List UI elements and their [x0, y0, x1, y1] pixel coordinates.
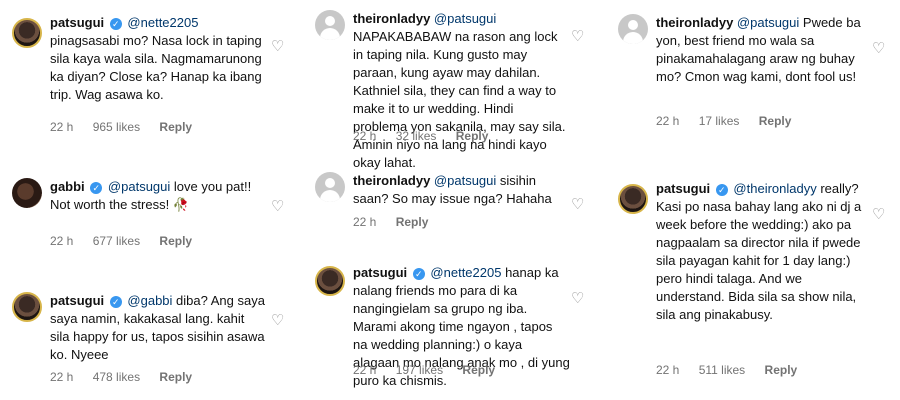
reply-button[interactable]: Reply [159, 234, 192, 248]
username[interactable]: patsugui [656, 181, 710, 196]
timestamp: 22 h [50, 370, 74, 384]
mention[interactable]: @nette2205 [430, 265, 501, 280]
likes-count[interactable]: 677 likes [93, 234, 140, 248]
heart-icon[interactable]: ♡ [271, 39, 285, 54]
comment-column-3: theironladyy @patsugui Pwede ba yon, bes… [606, 0, 900, 400]
heart-icon[interactable]: ♡ [571, 197, 585, 212]
comment-text: really? Kasi po nasa bahay lang ako ni d… [656, 181, 862, 322]
verified-badge-icon: ✓ [412, 267, 425, 280]
reply-button[interactable]: Reply [462, 363, 495, 377]
username[interactable]: patsugui [353, 265, 407, 280]
likes-count[interactable]: 511 likes [699, 363, 745, 377]
heart-icon[interactable]: ♡ [872, 41, 886, 56]
timestamp: 22 h [50, 120, 74, 134]
comment-text: pinagsasabi mo? Nasa lock in taping sila… [50, 33, 262, 102]
avatar[interactable] [618, 184, 648, 214]
username[interactable]: patsugui [50, 293, 104, 308]
mention[interactable]: @patsugui [434, 11, 496, 26]
likes-count[interactable]: 478 likes [93, 370, 140, 384]
avatar[interactable] [315, 266, 345, 296]
comment-body: theironladyy @patsugui sisihin saan? So … [353, 172, 570, 208]
comment-body: patsugui ✓ @theironladyy really? Kasi po… [656, 180, 870, 324]
timestamp: 22 h [656, 363, 680, 377]
avatar[interactable] [12, 18, 42, 48]
reply-button[interactable]: Reply [159, 370, 192, 384]
mention[interactable]: @gabbi [127, 293, 172, 308]
mention[interactable]: @theironladyy [733, 181, 816, 196]
username[interactable]: patsugui [50, 15, 104, 30]
heart-icon[interactable]: ♡ [271, 199, 285, 214]
username[interactable]: theironladyy [353, 173, 430, 188]
avatar[interactable] [315, 10, 345, 40]
mention[interactable]: @nette2205 [127, 15, 198, 30]
timestamp: 22 h [353, 129, 377, 143]
comment-text: NAPAKABABAW na rason ang lock in taping … [353, 29, 566, 170]
heart-icon[interactable]: ♡ [872, 207, 886, 222]
comment-meta: 22 h 478 likes Reply [50, 370, 208, 384]
comment-body: patsugui ✓ @gabbi diba? Ang saya saya na… [50, 292, 267, 364]
comment-meta: 22 h 17 likes Reply [656, 114, 807, 128]
comment-body: theironladyy @patsugui Pwede ba yon, bes… [656, 14, 870, 86]
reply-button[interactable]: Reply [765, 363, 798, 377]
timestamp: 22 h [656, 114, 680, 128]
likes-count[interactable]: 32 likes [396, 129, 437, 143]
verified-badge-icon: ✓ [715, 183, 728, 196]
avatar[interactable] [315, 172, 345, 202]
username[interactable]: theironladyy [656, 15, 733, 30]
verified-badge-icon: ✓ [109, 295, 122, 308]
comment-meta: 22 h 32 likes Reply [353, 129, 504, 143]
heart-icon[interactable]: ♡ [571, 291, 585, 306]
mention[interactable]: @patsugui [108, 179, 170, 194]
reply-button[interactable]: Reply [159, 120, 192, 134]
reply-button[interactable]: Reply [456, 129, 489, 143]
comment-meta: 22 h Reply [353, 215, 444, 229]
likes-count[interactable]: 965 likes [93, 120, 140, 134]
comment-meta: 22 h 197 likes Reply [353, 363, 511, 377]
mention[interactable]: @patsugui [434, 173, 496, 188]
heart-icon[interactable]: ♡ [271, 313, 285, 328]
comment-meta: 22 h 965 likes Reply [50, 120, 208, 134]
timestamp: 22 h [353, 215, 377, 229]
avatar[interactable] [618, 14, 648, 44]
rose-emoji: 🥀 [172, 197, 190, 212]
comment-column-2: theironladyy @patsugui NAPAKABABAW na ra… [303, 0, 600, 400]
verified-badge-icon: ✓ [90, 181, 103, 194]
timestamp: 22 h [353, 363, 377, 377]
likes-count[interactable]: 197 likes [396, 363, 443, 377]
username[interactable]: theironladyy [353, 11, 430, 26]
mention[interactable]: @patsugui [737, 15, 799, 30]
comment-meta: 22 h 677 likes Reply [50, 234, 208, 248]
reply-button[interactable]: Reply [759, 114, 792, 128]
reply-button[interactable]: Reply [396, 215, 429, 229]
comment-column-1: patsugui ✓ @nette2205 pinagsasabi mo? Na… [0, 0, 297, 400]
heart-icon[interactable]: ♡ [571, 29, 585, 44]
avatar[interactable] [12, 178, 42, 208]
username[interactable]: gabbi [50, 179, 85, 194]
comment-body: theironladyy @patsugui NAPAKABABAW na ra… [353, 10, 570, 172]
comment-body: gabbi ✓ @patsugui love you pat!! Not wor… [50, 178, 267, 214]
verified-badge-icon: ✓ [109, 17, 122, 30]
likes-count[interactable]: 17 likes [699, 114, 740, 128]
comment-meta: 22 h 511 likes Reply [656, 363, 813, 377]
timestamp: 22 h [50, 234, 74, 248]
avatar[interactable] [12, 292, 42, 322]
comment-body: patsugui ✓ @nette2205 pinagsasabi mo? Na… [50, 14, 267, 104]
